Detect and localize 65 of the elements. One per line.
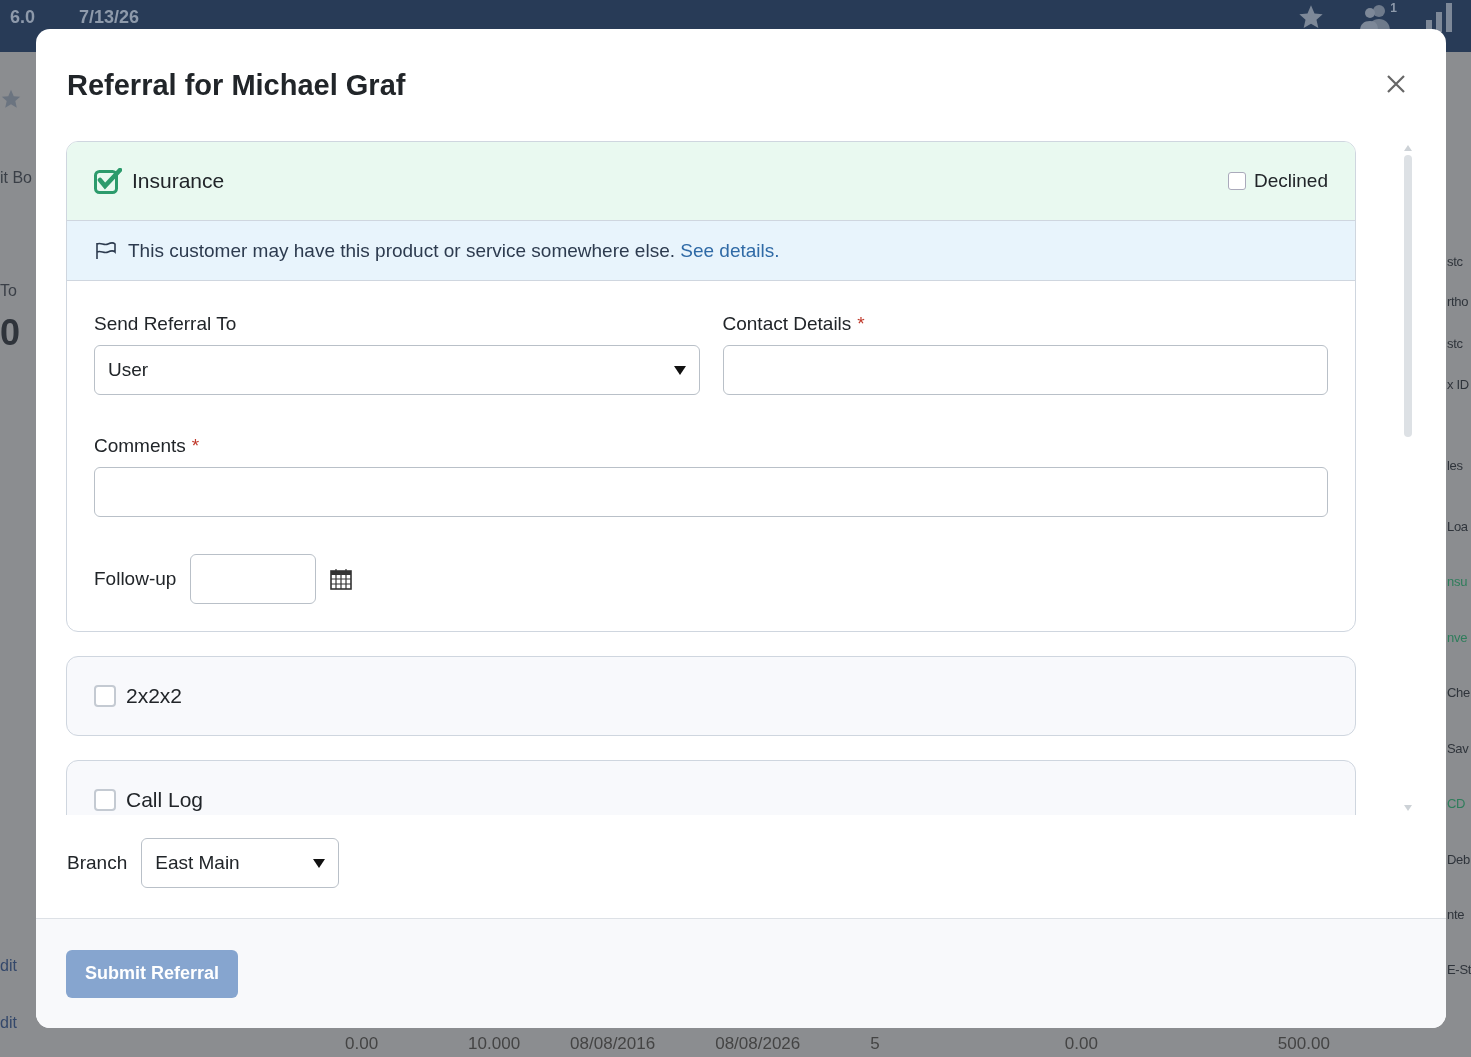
- background-label: stc: [1447, 253, 1464, 271]
- edit-link[interactable]: dit: [0, 1011, 36, 1035]
- product-label: 2x2x2: [126, 684, 183, 708]
- checkbox[interactable]: [94, 685, 116, 707]
- caret-icon: [313, 858, 326, 868]
- notification-count: 1: [1390, 1, 1397, 15]
- table-cell: 08/08/2026: [715, 1034, 801, 1054]
- total-value: 0: [0, 313, 22, 353]
- table-cell: 0.00: [345, 1034, 379, 1054]
- product-label: Insurance: [132, 169, 225, 193]
- star-icon[interactable]: [0, 88, 22, 110]
- table-cell: 10.000: [468, 1034, 521, 1054]
- scroll-up-icon[interactable]: [1404, 145, 1412, 151]
- background-label: it Bo: [0, 168, 33, 188]
- background-label: E-St: [1447, 961, 1471, 979]
- background-label: nsu: [1447, 573, 1469, 591]
- field-label: Send Referral To: [94, 313, 237, 335]
- scroll-down-icon[interactable]: [1404, 805, 1412, 811]
- table-cell: 0.00: [1064, 1034, 1098, 1054]
- background-label: To: [0, 281, 18, 301]
- close-icon: [1386, 73, 1406, 94]
- background-label: Sav: [1447, 740, 1470, 758]
- background-label: rtho: [1447, 293, 1470, 311]
- background-label: les: [1447, 457, 1464, 475]
- background-label: nte: [1447, 906, 1466, 924]
- background-label: Che: [1447, 684, 1471, 702]
- comments-field[interactable]: [94, 467, 1328, 517]
- select-value: User: [108, 359, 149, 381]
- field-label: Branch: [67, 852, 128, 874]
- date-label: 7/13/26: [79, 7, 140, 28]
- flag-icon: [95, 241, 117, 260]
- table-cell: 08/08/2016: [570, 1034, 656, 1054]
- background-label: CD: [1447, 795, 1467, 813]
- select-value: East Main: [155, 852, 240, 874]
- banner-text: This customer may have this product or service somewhere else. See details.: [128, 239, 780, 262]
- field-label: Comments: [94, 435, 186, 457]
- bar-chart-icon[interactable]: [1425, 2, 1453, 32]
- caret-icon: [673, 365, 686, 375]
- version-label: 6.0: [10, 7, 36, 28]
- table-cell: 500.00: [1277, 1034, 1330, 1054]
- background-label: Deb: [1447, 851, 1471, 869]
- referral-select[interactable]: User: [94, 345, 700, 395]
- dialog-title: Referral for Michael Graf: [67, 68, 406, 102]
- field-label: Contact Details: [722, 313, 852, 335]
- scrollbar[interactable]: [1404, 145, 1412, 811]
- background-label: nve: [1447, 629, 1469, 647]
- date-field[interactable]: [190, 554, 317, 604]
- background-label: Loa: [1447, 518, 1469, 536]
- branch-select[interactable]: East Main: [141, 838, 340, 888]
- see-details-link[interactable]: See details.: [680, 239, 780, 261]
- contact-details-field[interactable]: [722, 345, 1328, 395]
- required-mark: *: [857, 313, 865, 335]
- checkbox[interactable]: [94, 168, 122, 194]
- declined-checkbox[interactable]: [1228, 172, 1247, 190]
- product-label: Call Log: [126, 788, 204, 812]
- table-cell: 5: [870, 1034, 880, 1054]
- edit-link[interactable]: dit: [0, 954, 36, 978]
- background-label: stc: [1447, 335, 1464, 353]
- background-label: x ID: [1447, 376, 1470, 394]
- calendar-icon[interactable]: [330, 568, 353, 590]
- star-icon[interactable]: [1297, 3, 1325, 31]
- declined-label: Declined: [1254, 170, 1328, 192]
- required-mark: *: [191, 435, 200, 457]
- checkbox[interactable]: [94, 789, 116, 811]
- field-label: Follow-up: [94, 568, 177, 590]
